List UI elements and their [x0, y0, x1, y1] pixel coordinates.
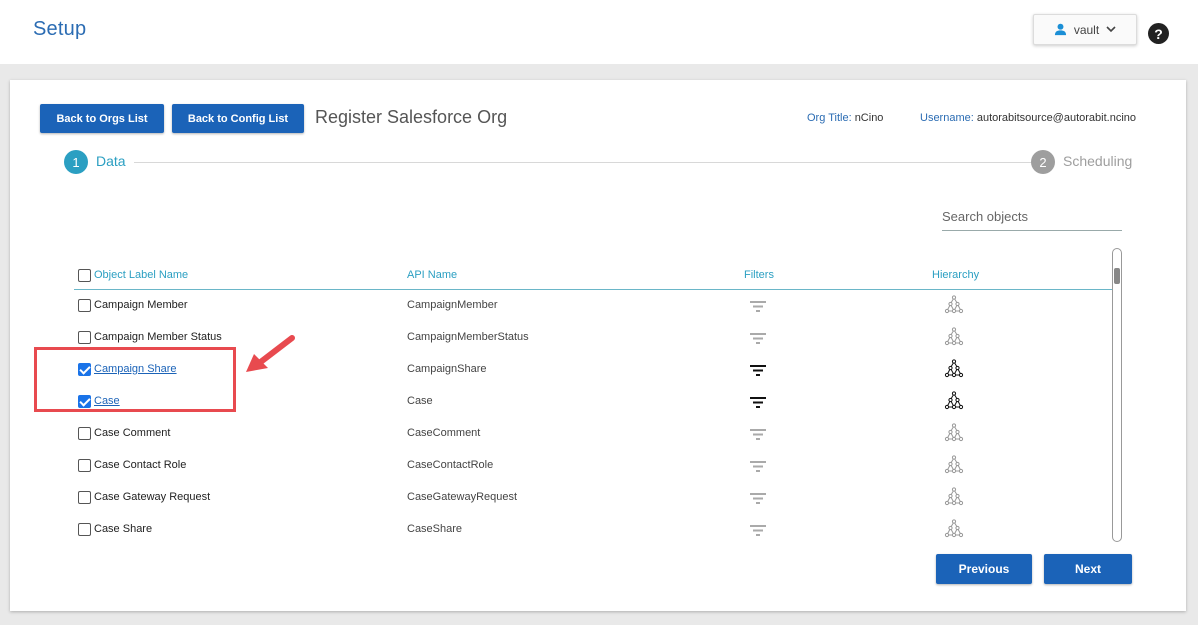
api-name: CaseShare [407, 523, 463, 535]
hierarchy-icon[interactable] [944, 487, 964, 512]
hierarchy-icon[interactable] [944, 327, 964, 352]
filter-icon[interactable] [750, 427, 766, 445]
step-1-circle[interactable]: 1 [64, 150, 88, 174]
back-to-config-button[interactable]: Back to Config List [172, 104, 304, 133]
api-name: CaseContactRole [407, 459, 494, 471]
chevron-down-icon [1106, 26, 1116, 33]
register-org-heading: Register Salesforce Org [315, 107, 508, 127]
table-row: Case Comment CaseComment [74, 418, 1112, 450]
step-2-label[interactable]: Scheduling [1063, 153, 1132, 169]
api-name: CampaignShare [407, 363, 487, 375]
row-checkbox[interactable] [78, 331, 91, 344]
object-label: Campaign Member [94, 299, 188, 311]
table-row: Campaign Member CampaignMember [74, 290, 1112, 322]
page-title: Setup [33, 18, 87, 40]
row-checkbox[interactable] [78, 459, 91, 472]
column-header-label[interactable]: Object Label Name [94, 269, 188, 281]
hierarchy-icon[interactable] [944, 295, 964, 320]
annotation-arrow-icon [246, 335, 295, 372]
object-label: Case Contact Role [94, 459, 187, 471]
column-header-api[interactable]: API Name [407, 269, 457, 281]
hierarchy-icon[interactable] [944, 519, 964, 544]
table-row: Case Gateway Request CaseGatewayRequest [74, 482, 1112, 514]
hierarchy-icon[interactable] [944, 455, 964, 480]
filter-icon[interactable] [750, 523, 766, 541]
top-bar: Setup vault ? [0, 0, 1198, 64]
hierarchy-icon[interactable] [944, 423, 964, 448]
api-name: CaseComment [407, 427, 481, 439]
filter-icon[interactable] [750, 363, 766, 381]
org-title-key: Org Title: [807, 112, 852, 124]
hierarchy-icon[interactable] [944, 391, 964, 416]
filter-icon[interactable] [750, 331, 766, 349]
filter-icon[interactable] [750, 395, 766, 413]
annotation-highlight-box [34, 347, 236, 412]
table-body: Campaign Member CampaignMember Campaign … [74, 290, 1112, 546]
object-label: Case Gateway Request [94, 491, 211, 503]
previous-button[interactable]: Previous [936, 554, 1032, 584]
user-name: vault [1073, 22, 1100, 37]
username-info: Username: autorabitsource@autorabit.ncin… [920, 112, 1136, 124]
hierarchy-icon[interactable] [944, 359, 964, 384]
filter-icon[interactable] [750, 491, 766, 509]
api-name: Case [407, 395, 433, 407]
org-title-info: Org Title: nCino [807, 112, 883, 124]
column-header-filters: Filters [744, 269, 774, 281]
username-key: Username: [920, 112, 974, 124]
help-icon[interactable]: ? [1148, 23, 1169, 44]
register-org-card: Back to Orgs List Back to Config List Re… [10, 80, 1186, 611]
select-all-checkbox[interactable] [78, 269, 91, 282]
filter-icon[interactable] [750, 459, 766, 477]
org-title-value: nCino [854, 112, 884, 124]
api-name: CampaignMemberStatus [407, 331, 529, 343]
row-checkbox[interactable] [78, 491, 91, 504]
filter-icon[interactable] [750, 299, 766, 317]
user-menu-button[interactable]: vault [1033, 14, 1137, 45]
object-label: Case Share [94, 523, 153, 535]
stepper: 1 Data 2 Scheduling [64, 150, 1134, 174]
table-row: Case Contact Role CaseContactRole [74, 450, 1112, 482]
scrollbar-thumb[interactable] [1114, 268, 1120, 284]
row-checkbox[interactable] [78, 299, 91, 312]
step-1-label[interactable]: Data [96, 153, 126, 169]
row-checkbox[interactable] [78, 427, 91, 440]
object-label: Campaign Member Status [94, 331, 222, 343]
column-header-hierarchy: Hierarchy [932, 269, 980, 281]
table-header: Object Label Name API Name Filters Hiera… [74, 266, 1112, 290]
table-row: Case Share CaseShare [74, 514, 1112, 546]
next-button[interactable]: Next [1044, 554, 1132, 584]
table-scrollbar[interactable] [1112, 248, 1122, 542]
back-to-orgs-button[interactable]: Back to Orgs List [40, 104, 164, 133]
row-checkbox[interactable] [78, 523, 91, 536]
user-icon [1054, 23, 1066, 36]
api-name: CaseGatewayRequest [407, 491, 518, 503]
step-connector [134, 162, 1034, 163]
step-2-circle[interactable]: 2 [1031, 150, 1055, 174]
api-name: CampaignMember [407, 299, 498, 311]
object-label: Case Comment [94, 427, 171, 439]
username-value: autorabitsource@autorabit.ncino [976, 112, 1137, 124]
search-objects-input[interactable]: Search objects [942, 206, 1122, 231]
